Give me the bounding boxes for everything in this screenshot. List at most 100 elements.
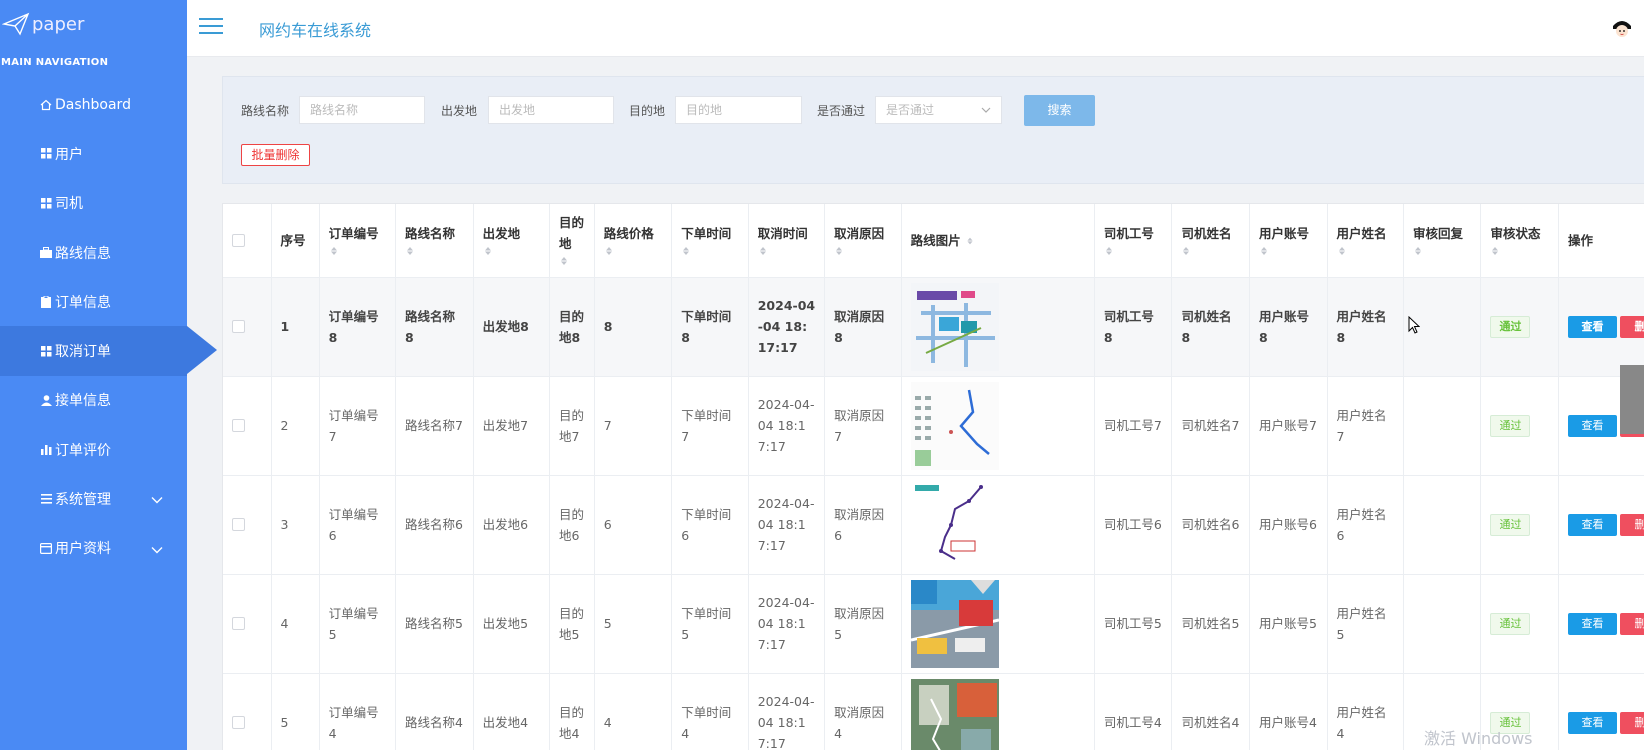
sidebar-item-label: 路线信息 [55,245,111,262]
sort-icon[interactable] [1337,244,1347,258]
column-header[interactable]: 路线价格 [594,204,673,278]
sort-icon[interactable] [1490,244,1500,258]
select-all-cell[interactable] [223,204,272,278]
view-button[interactable]: 查看 [1568,514,1617,536]
row-select-cell[interactable] [223,277,272,377]
column-header: 序号 [271,204,320,278]
column-header[interactable]: 出发地 [473,204,551,278]
sort-icon[interactable] [681,244,691,258]
column-header-label: 审核回复 [1412,225,1463,241]
column-header-label: 路线名称 [405,225,456,241]
route-map-image[interactable] [910,480,999,569]
column-header[interactable]: 下单时间 [671,204,749,278]
sort-icon[interactable] [1259,244,1269,258]
column-header-label: 路线价格 [603,225,654,241]
column-header[interactable]: 审核状态 [1480,204,1559,278]
column-header[interactable]: 审核回复 [1403,204,1482,278]
route-map-image[interactable] [910,282,999,371]
cell-price: 5 [594,574,673,674]
sort-icon[interactable] [758,244,768,258]
from-label: 出发地 [441,104,478,118]
row-select-cell[interactable] [223,673,272,750]
column-header[interactable]: 用户账号 [1249,204,1328,278]
batch-delete-button[interactable]: 批量删除 [241,144,310,166]
search-button[interactable]: 搜索 [1024,95,1095,126]
sort-icon[interactable] [483,244,493,258]
cell-order-no: 订单编号8 [319,277,397,377]
row-checkbox[interactable] [232,320,245,333]
sidebar-item-9[interactable]: 用户资料 [0,524,187,573]
delete-button[interactable]: 删除 [1620,613,1644,635]
approved-select[interactable]: 是否通过 [875,96,1002,124]
sort-icon[interactable] [1104,244,1114,258]
mouse-cursor-icon [1408,316,1420,334]
column-header[interactable]: 订单编号 [319,204,397,278]
view-button[interactable]: 查看 [1568,613,1617,635]
view-button[interactable]: 查看 [1568,316,1617,338]
sort-icon[interactable] [329,244,339,258]
column-header[interactable]: 司机工号 [1094,204,1173,278]
row-select-cell[interactable] [223,475,272,575]
row-select-cell[interactable] [223,376,272,476]
sidebar-item-0[interactable]: Dashboard [0,80,187,129]
column-header[interactable]: 取消原因 [824,204,902,278]
cell-reply [1403,574,1482,674]
route-map-image[interactable] [910,678,999,750]
to-input[interactable]: 目的地 [675,96,802,124]
sidebar-item-8[interactable]: 系统管理 [0,474,187,523]
sort-icon[interactable] [1413,244,1423,258]
view-button[interactable]: 查看 [1568,712,1617,734]
route-map-image[interactable] [910,579,999,668]
sort-icon[interactable] [405,244,415,258]
cell-from: 出发地7 [473,376,551,476]
sort-icon[interactable] [965,235,975,247]
sidebar-item-3[interactable]: 路线信息 [0,228,187,277]
column-header[interactable]: 目的地 [549,204,595,278]
sidebar-item-7[interactable]: 订单评价 [0,425,187,474]
sidebar-item-2[interactable]: 司机 [0,179,187,228]
delete-button[interactable]: 删除 [1620,712,1644,734]
delete-button[interactable]: 删除 [1620,514,1644,536]
delete-button[interactable]: 删除 [1620,316,1644,338]
chevron-down-icon [151,542,163,558]
from-input[interactable]: 出发地 [488,96,614,124]
route-map-image[interactable] [910,381,999,470]
view-button[interactable]: 查看 [1568,415,1617,437]
row-checkbox[interactable] [232,518,245,531]
sidebar-item-1[interactable]: 用户 [0,129,187,178]
sidebar-item-6[interactable]: 接单信息 [0,376,187,425]
cell-user-name: 用户姓名5 [1327,574,1404,674]
sort-icon[interactable] [604,244,614,258]
sort-icon[interactable] [559,254,569,268]
column-header[interactable]: 路线图片 [901,204,1095,278]
column-header[interactable]: 司机姓名 [1171,204,1250,278]
cell-user-name: 用户姓名8 [1327,277,1404,377]
cell-to: 目的地4 [549,673,595,750]
column-header[interactable]: 用户姓名 [1327,204,1404,278]
vertical-scrollbar[interactable] [1620,365,1644,434]
status-cell: 通过 [1480,277,1559,377]
card-icon [40,542,52,554]
row-checkbox[interactable] [232,419,245,432]
nav-section-title: MAIN NAVIGATION [1,57,109,68]
column-header[interactable]: 路线名称 [395,204,474,278]
avatar[interactable] [1610,16,1634,40]
sidebar-item-label: 系统管理 [55,492,111,509]
route-name-input[interactable]: 路线名称 [299,96,425,124]
row-checkbox[interactable] [232,716,245,729]
sidebar-item-label: 取消订单 [55,344,111,361]
menu-toggle-icon[interactable] [199,18,223,36]
brand-logo[interactable]: paper [0,0,187,48]
clipboard-icon [40,295,52,308]
cell-cancel-time: 2024-04-04 18:17:17 [748,673,826,750]
column-header-label: 司机工号 [1103,225,1154,241]
column-header[interactable]: 取消时间 [748,204,826,278]
sidebar-item-4[interactable]: 订单信息 [0,277,187,326]
sort-icon[interactable] [834,244,844,258]
row-select-cell[interactable] [223,574,272,674]
select-all-checkbox[interactable] [232,233,245,247]
row-checkbox[interactable] [232,617,245,630]
sidebar-item-5[interactable]: 取消订单 [0,326,217,376]
cell-reason: 取消原因4 [824,673,902,750]
sort-icon[interactable] [1181,244,1191,258]
